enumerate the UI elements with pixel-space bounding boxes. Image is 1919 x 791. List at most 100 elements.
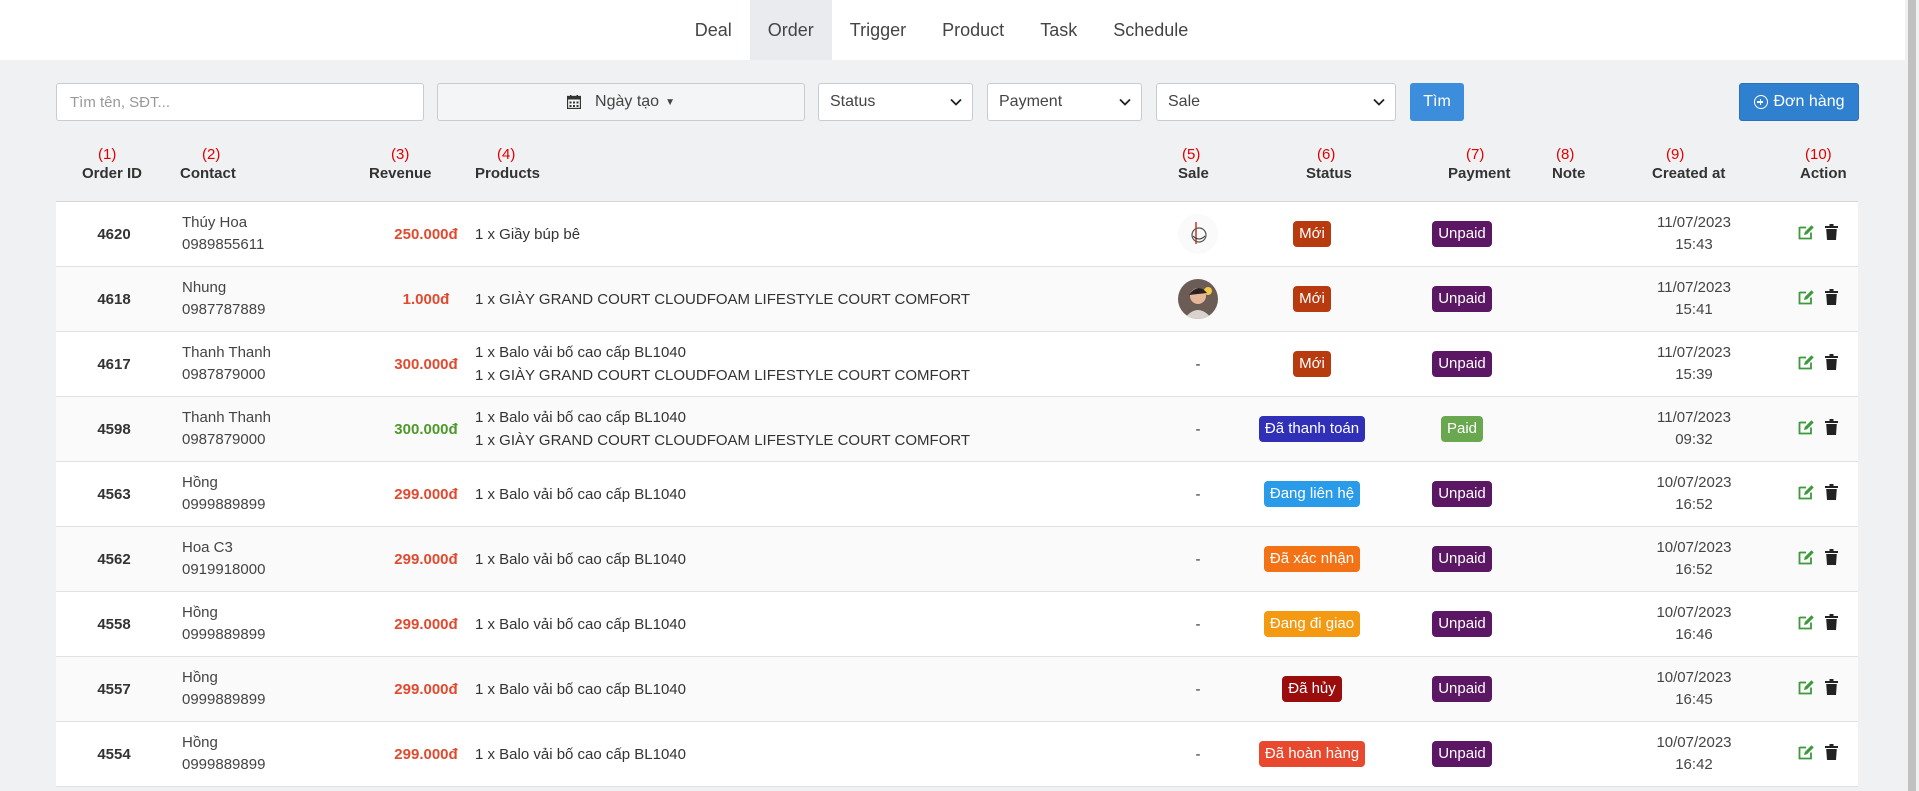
find-button[interactable]: Tìm — [1410, 83, 1464, 121]
contact-name[interactable]: Thanh Thanh — [182, 342, 372, 364]
payment-badge: Paid — [1440, 416, 1484, 442]
table-row[interactable]: 4558 Hồng 0999889899 299.000đ 1 x Balo vải b… — [56, 592, 1858, 657]
payment-select[interactable]: Payment — [987, 83, 1142, 121]
date-range-picker[interactable]: Ngày tạo ▼ — [437, 83, 805, 121]
contact: Thanh Thanh 0987879000 — [182, 332, 372, 396]
created-date: 11/07/2023 — [1657, 279, 1731, 296]
contact: Hồng 0999889899 — [182, 657, 372, 721]
order-id[interactable]: 4618 — [56, 267, 172, 331]
contact-phone: 0999889899 — [182, 496, 266, 513]
caret-down-icon: ▼ — [665, 96, 675, 108]
tab-order[interactable]: Order — [749, 0, 832, 60]
status-select[interactable]: Status — [818, 83, 973, 121]
contact-name[interactable]: Hồng — [182, 732, 372, 754]
sale: - — [1166, 657, 1230, 721]
table-row[interactable]: 4557 Hồng 0999889899 299.000đ 1 x Balo vải b… — [56, 657, 1858, 722]
actions — [1798, 462, 1858, 526]
payment-badge: Unpaid — [1432, 676, 1492, 702]
edit-icon[interactable] — [1798, 484, 1815, 504]
status-badge: Đã hoàn hàng — [1258, 741, 1366, 767]
contact-name[interactable]: Thanh Thanh — [182, 407, 372, 429]
payment-select-value: Payment — [999, 93, 1063, 110]
trash-icon[interactable] — [1825, 419, 1838, 439]
status: Đang liên hệ — [1240, 462, 1384, 526]
tab-schedule[interactable]: Schedule — [1095, 0, 1206, 60]
trash-icon[interactable] — [1825, 679, 1838, 699]
contact-name[interactable]: Hồng — [182, 602, 372, 624]
tab-task[interactable]: Task — [1022, 0, 1095, 60]
contact-name[interactable]: Hồng — [182, 472, 372, 494]
sale-empty: - — [1195, 550, 1201, 568]
tab-trigger[interactable]: Trigger — [832, 0, 924, 60]
sale — [1166, 267, 1230, 331]
created-at: 11/07/2023 15:41 — [1634, 267, 1754, 331]
sale-select-value: Sale — [1168, 93, 1201, 110]
payment-badge: Unpaid — [1432, 741, 1492, 767]
edit-icon[interactable] — [1798, 744, 1815, 764]
edit-icon[interactable] — [1798, 614, 1815, 634]
column-number-annotation: (1) — [98, 146, 117, 163]
created-date: 11/07/2023 — [1657, 409, 1731, 426]
trash-icon[interactable] — [1825, 289, 1838, 309]
status: Đã hoàn hàng — [1240, 722, 1384, 786]
contact-name[interactable]: Hoa C3 — [182, 537, 372, 559]
payment: Unpaid — [1402, 527, 1522, 591]
contact: Nhung 0987787889 — [182, 267, 372, 331]
tab-product[interactable]: Product — [924, 0, 1022, 60]
sale: - — [1166, 397, 1230, 461]
table-row[interactable]: 4598 Thanh Thanh 0987879000 300.000đ 1 x Bal… — [56, 397, 1858, 462]
chevron-down-icon — [950, 95, 962, 109]
new-order-button[interactable]: Đơn hàng — [1739, 83, 1859, 121]
order-id[interactable]: 4562 — [56, 527, 172, 591]
contact-name[interactable]: Hồng — [182, 667, 372, 689]
tab-deal[interactable]: Deal — [677, 0, 750, 60]
table-row[interactable]: 4563 Hồng 0999889899 299.000đ 1 x Balo vải b… — [56, 462, 1858, 527]
edit-icon[interactable] — [1798, 354, 1815, 374]
column-header-action: Action — [1800, 165, 1847, 182]
trash-icon[interactable] — [1825, 744, 1838, 764]
order-id[interactable]: 4620 — [56, 202, 172, 266]
trash-icon[interactable] — [1825, 224, 1838, 244]
order-id[interactable]: 4563 — [56, 462, 172, 526]
status: Mới — [1240, 202, 1384, 266]
contact-phone: 0999889899 — [182, 626, 266, 643]
status-badge: Đang liên hệ — [1263, 481, 1361, 507]
contact-name[interactable]: Thúy Hoa — [182, 212, 372, 234]
product-line: 1 x GIÀY GRAND COURT CLOUDFOAM LIFESTYLE… — [475, 367, 971, 384]
contact-name[interactable]: Nhung — [182, 277, 372, 299]
created-date: 11/07/2023 — [1657, 344, 1731, 361]
product-line: 1 x Giầy búp bê — [475, 225, 581, 243]
edit-icon[interactable] — [1798, 549, 1815, 569]
actions — [1798, 657, 1858, 721]
search-input[interactable]: Tìm tên, SĐT... — [56, 83, 424, 121]
order-id[interactable]: 4558 — [56, 592, 172, 656]
order-id[interactable]: 4554 — [56, 722, 172, 786]
contact: Thanh Thanh 0987879000 — [182, 397, 372, 461]
trash-icon[interactable] — [1825, 549, 1838, 569]
table-row[interactable]: 4620 Thúy Hoa 0989855611 250.000đ 1 x Giầy b… — [56, 202, 1858, 267]
products: 1 x Balo vải bố cao cấp BL1040 — [475, 657, 1175, 721]
trash-icon[interactable] — [1825, 354, 1838, 374]
table-row[interactable]: 4562 Hoa C3 0919918000 299.000đ 1 x Balo vải… — [56, 527, 1858, 592]
table-row[interactable]: 4618 Nhung 0987787889 1.000đ 1 x GIÀY GRAND … — [56, 267, 1858, 332]
sale-avatar[interactable] — [1178, 214, 1218, 254]
order-id[interactable]: 4598 — [56, 397, 172, 461]
trash-icon[interactable] — [1825, 484, 1838, 504]
trash-icon[interactable] — [1825, 614, 1838, 634]
order-id[interactable]: 4557 — [56, 657, 172, 721]
table-row[interactable]: 4617 Thanh Thanh 0987879000 300.000đ 1 x Bal… — [56, 332, 1858, 397]
edit-icon[interactable] — [1798, 289, 1815, 309]
scrollbar[interactable] — [1905, 0, 1919, 791]
created-at: 10/07/2023 16:42 — [1634, 722, 1754, 786]
created-time: 15:43 — [1675, 236, 1713, 253]
new-order-label: Đơn hàng — [1773, 93, 1845, 110]
edit-icon[interactable] — [1798, 224, 1815, 244]
sale-select[interactable]: Sale — [1156, 83, 1396, 121]
table-row[interactable]: 4554 Hồng 0999889899 299.000đ 1 x Balo vải b… — [56, 722, 1858, 787]
edit-icon[interactable] — [1798, 419, 1815, 439]
order-id[interactable]: 4617 — [56, 332, 172, 396]
scrollbar-thumb[interactable] — [1908, 0, 1916, 791]
edit-icon[interactable] — [1798, 679, 1815, 699]
contact-phone: 0987787889 — [182, 301, 266, 318]
sale-avatar[interactable] — [1178, 279, 1218, 319]
